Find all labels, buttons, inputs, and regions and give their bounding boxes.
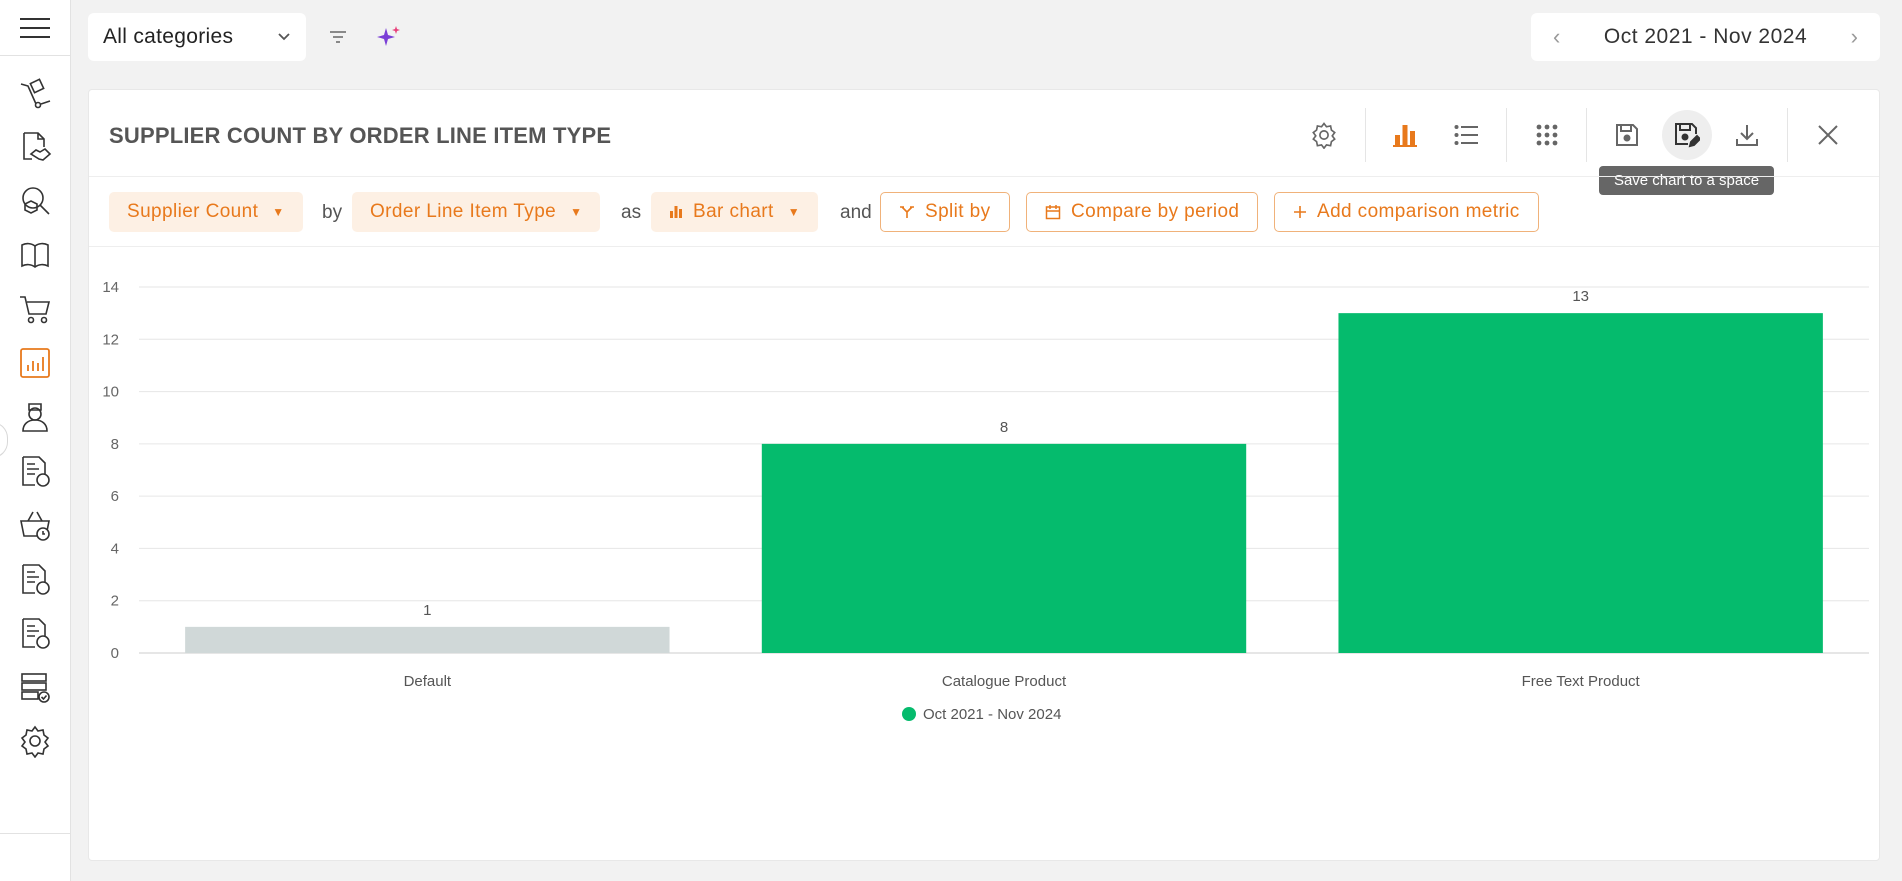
x-tick-label: Default [404,673,452,690]
split-by-label: Split by [925,201,991,222]
bar-chart: 0 2 4 6 8 10 12 14 1 Default 8 Catalogue Product 13 F… [102,279,1869,723]
add-comparison-metric-button[interactable]: Add comparison metric [1274,192,1539,232]
filter-icon[interactable] [323,22,353,52]
dimension-select-label: Order Line Item Type [370,201,557,222]
basket-clock-icon[interactable] [16,506,54,544]
split-by-button[interactable]: Split by [880,192,1010,232]
x-tick-label: Free Text Product [1522,673,1641,690]
page-title: SUPPLIER COUNT BY ORDER LINE ITEM TYPE [109,123,612,148]
close-icon[interactable] [1803,110,1853,160]
date-range-value: Oct 2021 - Nov 2024 [1603,25,1808,48]
handshake-document-icon[interactable] [16,128,54,166]
sidebar [0,0,71,881]
toolbar-divider [1506,108,1507,162]
compare-by-period-button[interactable]: Compare by period [1026,192,1259,232]
user-icon[interactable] [16,398,54,436]
save-icon[interactable] [1602,110,1652,160]
y-tick-label: 4 [111,540,119,557]
save-to-space-icon[interactable] [1662,110,1712,160]
compare-by-period-label: Compare by period [1071,201,1240,222]
analytics-icon[interactable] [16,344,54,382]
metric-select[interactable]: Supplier Count ▼ [109,192,303,232]
y-tick-label: 6 [111,488,119,505]
y-tick-label: 14 [102,279,119,296]
hand-truck-icon[interactable] [16,74,54,112]
toolbar-divider [1787,108,1788,162]
y-tick-label: 0 [111,645,119,662]
data-label: 8 [1000,419,1008,436]
sidebar-divider [0,55,71,56]
y-tick-label: 8 [111,436,119,453]
caret-down-icon: ▼ [570,205,583,219]
x-tick-label: Catalogue Product [942,673,1067,690]
calendar-icon [1045,205,1061,220]
sidebar-divider [0,833,71,834]
catalogue-book-icon[interactable] [16,236,54,274]
chevron-left-icon[interactable]: ‹ [1553,24,1560,50]
data-label: 1 [423,602,431,619]
invoice-percent-icon[interactable] [16,452,54,490]
search-box-icon[interactable] [16,182,54,220]
invoice-dollar-alt-icon[interactable] [16,614,54,652]
caret-down-icon: ▼ [787,205,800,219]
bar [185,626,670,653]
settings-icon[interactable] [16,722,54,760]
download-icon[interactable] [1722,110,1772,160]
toolbar-divider [1586,108,1587,162]
y-tick-label: 2 [111,593,119,610]
list-icon[interactable] [1441,110,1491,160]
data-label: 13 [1572,288,1589,305]
add-comparison-metric-label: Add comparison metric [1317,201,1520,222]
toolbar-divider [1365,108,1366,162]
header-divider [89,176,1879,177]
chart-type-select-label: Bar chart [693,201,774,222]
tooltip: Save chart to a space [1599,166,1774,195]
bar [1338,313,1823,653]
metric-select-label: Supplier Count [127,201,259,222]
dimension-select[interactable]: Order Line Item Type ▼ [352,192,601,232]
sparkle-icon[interactable] [374,22,404,52]
connector-and: and [840,202,872,223]
chevron-right-icon[interactable]: › [1851,24,1858,50]
legend-swatch [902,707,916,721]
bar-chart-icon [670,206,682,218]
category-select[interactable]: All categories [88,13,306,61]
chevron-down-icon [278,33,290,41]
chart-card: SUPPLIER COUNT BY ORDER LINE ITEM TYPE S… [88,89,1880,861]
connector-by: by [322,202,343,223]
date-range-picker[interactable]: ‹ Oct 2021 - Nov 2024 › [1531,13,1880,61]
cart-icon[interactable] [16,290,54,328]
bar-chart-icon[interactable] [1380,110,1430,160]
category-select-value: All categories [103,25,234,48]
y-tick-label: 12 [102,331,119,348]
server-check-icon[interactable] [16,668,54,706]
chart-type-select[interactable]: Bar chart ▼ [651,192,818,232]
legend-label: Oct 2021 - Nov 2024 [923,706,1061,723]
menu-icon[interactable] [20,18,50,40]
settings-icon[interactable] [1299,110,1349,160]
plus-icon [1294,206,1306,218]
connector-as: as [621,202,642,223]
invoice-dollar-icon[interactable] [16,560,54,598]
y-tick-label: 10 [102,384,119,401]
bar [761,443,1247,653]
grid-icon[interactable] [1522,110,1572,160]
split-icon [900,206,914,218]
caret-down-icon: ▼ [272,205,285,219]
